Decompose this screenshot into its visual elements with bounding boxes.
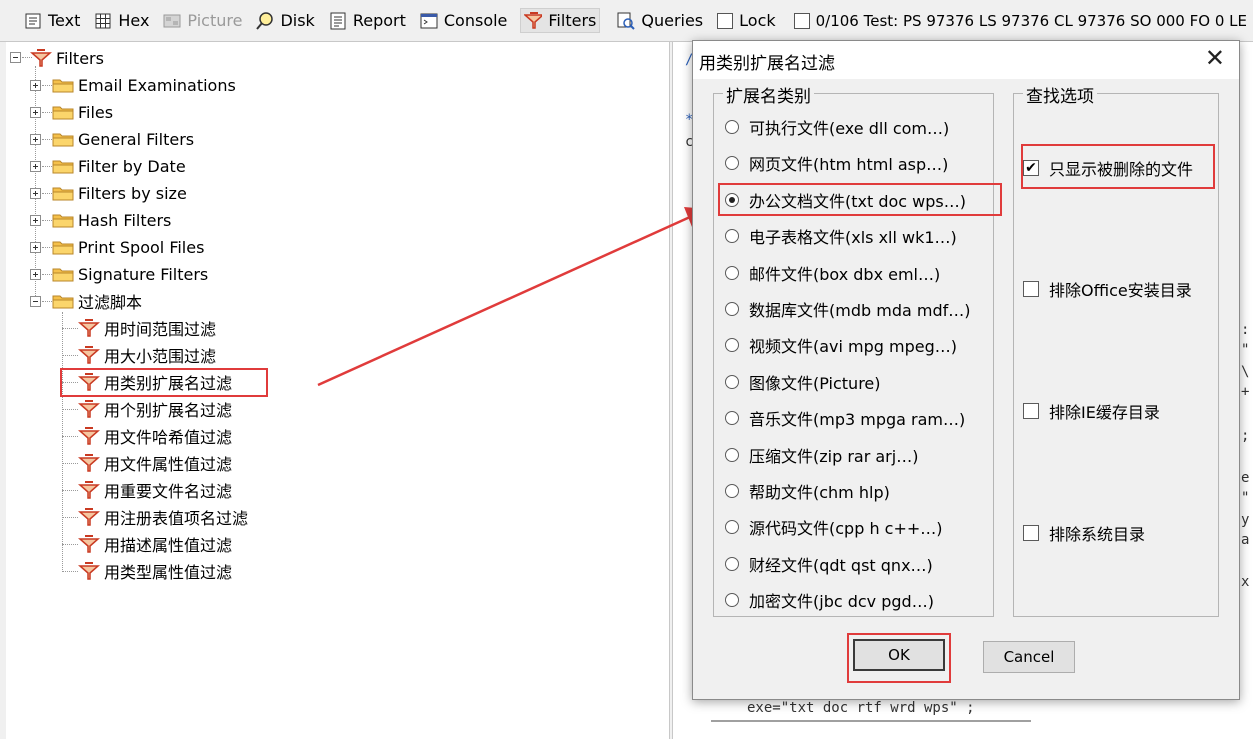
category-radio[interactable] xyxy=(725,229,739,244)
dialog-title: 用类别扩展名过滤 xyxy=(699,54,835,74)
option-label: 排除Office安装目录 xyxy=(1049,281,1192,300)
category-label: 音乐文件(mp3 mpga ram…) xyxy=(749,410,966,430)
dialog-titlebar[interactable]: 用类别扩展名过滤 ✕ xyxy=(693,41,1239,79)
option-label: 排除IE缓存目录 xyxy=(1049,403,1160,422)
category-label: 邮件文件(box dbx eml…) xyxy=(749,264,941,284)
category-radio[interactable] xyxy=(725,338,739,353)
category-label: 数据库文件(mdb mda mdf…) xyxy=(749,301,971,320)
category-label: 电子表格文件(xls xll wk1…) xyxy=(749,228,957,248)
cancel-button[interactable]: Cancel xyxy=(983,641,1075,673)
extension-category-filter-dialog: 用类别扩展名过滤 ✕ 扩展名类别 可执行文件(exe dll com…) 网页文… xyxy=(692,40,1240,700)
category-label: 源代码文件(cpp h c++…) xyxy=(749,519,943,539)
category-label: 财经文件(qdt qst qnx…) xyxy=(749,555,933,575)
category-radio-option[interactable]: 邮件文件(box dbx eml…) xyxy=(725,261,940,285)
option-checkbox[interactable] xyxy=(1023,525,1039,541)
search-options-label: 查找选项 xyxy=(1023,82,1097,107)
category-radio-option[interactable]: 视频文件(avi mpg mpeg…) xyxy=(725,333,957,357)
category-label: 帮助文件(chm hlp) xyxy=(749,483,890,502)
category-radio[interactable] xyxy=(725,411,739,426)
category-group-label: 扩展名类别 xyxy=(723,82,814,107)
category-radio-option[interactable]: 电子表格文件(xls xll wk1…) xyxy=(725,224,957,248)
category-radio-option[interactable]: 网页文件(htm html asp…) xyxy=(725,151,948,175)
category-radio-option[interactable]: 图像文件(Picture) xyxy=(725,370,881,394)
option-checkbox[interactable] xyxy=(1023,403,1039,419)
category-radio[interactable] xyxy=(725,156,739,171)
category-radio[interactable] xyxy=(725,265,739,280)
category-radio[interactable] xyxy=(725,302,739,316)
search-option-checkbox-row[interactable]: 排除IE缓存目录 xyxy=(1023,399,1160,423)
category-radio-option[interactable]: 数据库文件(mdb mda mdf…) xyxy=(725,297,970,321)
search-option-checkbox-row[interactable]: 排除系统目录 xyxy=(1023,521,1145,545)
category-radio[interactable] xyxy=(725,484,739,498)
category-label: 网页文件(htm html asp…) xyxy=(749,155,949,175)
search-option-checkbox-row[interactable]: 排除Office安装目录 xyxy=(1023,277,1192,301)
category-radio[interactable] xyxy=(725,374,739,389)
category-radio-option[interactable]: 源代码文件(cpp h c++…) xyxy=(725,515,943,539)
category-radio[interactable] xyxy=(725,556,739,571)
category-radio[interactable] xyxy=(725,520,739,535)
category-radio[interactable] xyxy=(725,447,739,462)
category-radio-option[interactable]: 压缩文件(zip rar arj…) xyxy=(725,443,918,467)
category-radio-option[interactable]: 加密文件(jbc dcv pgd…) xyxy=(725,588,934,612)
category-label: 视频文件(avi mpg mpeg…) xyxy=(749,337,958,357)
ok-button[interactable]: OK xyxy=(853,639,945,671)
category-radio-option[interactable]: 音乐文件(mp3 mpga ram…) xyxy=(725,406,965,430)
category-label: 可执行文件(exe dll com…) xyxy=(749,119,950,138)
category-radio[interactable] xyxy=(725,593,739,608)
category-label: 压缩文件(zip rar arj…) xyxy=(749,446,919,466)
close-icon[interactable]: ✕ xyxy=(1205,46,1225,70)
category-radio-option[interactable]: 可执行文件(exe dll com…) xyxy=(725,115,949,139)
option-label: 排除系统目录 xyxy=(1049,525,1146,544)
deleted-only-highlight xyxy=(1021,144,1215,189)
selected-category-highlight xyxy=(718,183,1002,216)
category-radio[interactable] xyxy=(725,120,739,134)
category-radio-option[interactable]: 财经文件(qdt qst qnx…) xyxy=(725,552,933,576)
option-checkbox[interactable] xyxy=(1023,281,1039,297)
category-label: 加密文件(jbc dcv pgd…) xyxy=(749,592,934,612)
category-label: 图像文件(Picture) xyxy=(749,373,881,393)
category-radio-option[interactable]: 帮助文件(chm hlp) xyxy=(725,479,890,503)
